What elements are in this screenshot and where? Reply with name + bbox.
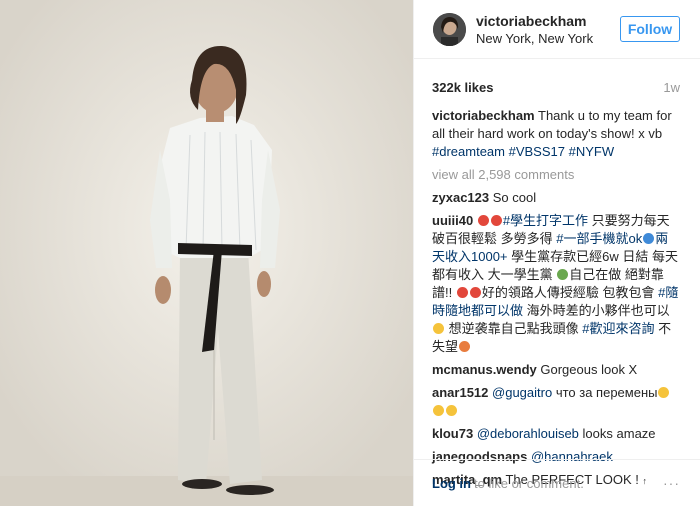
comment-username[interactable]: zyxac123 xyxy=(432,190,489,205)
comment-text: что за перемены xyxy=(555,385,658,400)
hashtag-vbss17[interactable]: #VBSS17 xyxy=(509,144,565,159)
comments-list: victoriabeckham Thank u to my team for a… xyxy=(414,95,700,490)
thinking-face-emoji-icon xyxy=(433,405,444,416)
comment-item: zyxac123 So cool xyxy=(432,189,680,207)
hashtag-nyfw[interactable]: #NYFW xyxy=(569,144,615,159)
header-username[interactable]: victoriabeckham xyxy=(476,13,620,29)
post-photo[interactable] xyxy=(0,0,413,506)
comment-username[interactable]: uuiii40 xyxy=(432,213,473,228)
cross-mark-emoji-icon xyxy=(477,215,489,226)
face-emoji-icon xyxy=(459,341,471,352)
comment-text: 海外時差的小夥伴也可以 xyxy=(526,303,670,318)
thinking-face-emoji-icon xyxy=(658,387,670,398)
post-header: victoriabeckham New York, New York Follo… xyxy=(414,0,700,59)
post-sidebar: victoriabeckham New York, New York Follo… xyxy=(413,0,700,506)
comment-item: klou73 @deborahlouiseb looks amaze xyxy=(432,425,680,443)
comment-text: 想逆袭靠自己點我頭像 xyxy=(448,321,579,336)
avatar[interactable] xyxy=(433,12,466,46)
herb-emoji-icon xyxy=(557,269,569,280)
caption: victoriabeckham Thank u to my team for a… xyxy=(432,107,680,161)
runway-illustration xyxy=(0,0,413,506)
comment-hashtag[interactable]: #歡迎來咨詢 xyxy=(582,321,654,336)
comment-text: So cool xyxy=(492,190,537,205)
cherry-emoji-icon xyxy=(456,287,468,298)
comment-username[interactable]: mcmanus.wendy xyxy=(432,362,537,377)
caption-username[interactable]: victoriabeckham xyxy=(432,108,535,123)
instagram-post: victoriabeckham New York, New York Follo… xyxy=(0,0,700,506)
login-link[interactable]: Log in xyxy=(432,476,471,491)
likes-count[interactable]: 322k likes xyxy=(432,80,493,95)
comment-text: looks amaze xyxy=(582,426,656,441)
swirl-emoji-icon xyxy=(643,233,655,244)
face-emoji-icon xyxy=(433,323,444,334)
comment-item: anar1512 @gugaitro что за перемены xyxy=(432,384,680,420)
comment-mention[interactable]: @deborahlouiseb xyxy=(477,426,579,441)
thinking-face-emoji-icon xyxy=(446,405,457,416)
cross-mark-emoji-icon xyxy=(490,215,502,226)
header-info: victoriabeckham New York, New York xyxy=(476,13,620,46)
follow-button[interactable]: Follow xyxy=(620,16,680,42)
more-options-icon[interactable]: ··· xyxy=(663,475,680,491)
post-meta: 322k likes 1w xyxy=(414,59,700,95)
view-all-comments-link[interactable]: view all 2,598 comments xyxy=(432,166,680,184)
comment-username[interactable]: klou73 xyxy=(432,426,473,441)
comment-hashtag[interactable]: #一部手機就ok xyxy=(556,231,642,246)
hashtag-dreamteam[interactable]: #dreamteam xyxy=(432,144,505,159)
header-location[interactable]: New York, New York xyxy=(476,31,620,46)
comment-item: mcmanus.wendy Gorgeous look X xyxy=(432,361,680,379)
cherry-emoji-icon xyxy=(469,287,481,298)
post-footer: Log in to like or comment. ··· xyxy=(414,459,700,506)
comment-text: Gorgeous look X xyxy=(540,362,638,377)
comment-mention[interactable]: @gugaitro xyxy=(492,385,552,400)
post-time[interactable]: 1w xyxy=(663,80,680,95)
comment-text: 好的領路人傳授經驗 包教包會 xyxy=(481,285,655,300)
avatar-image xyxy=(433,12,466,46)
comment-item: uuiii40 #學生打字工作 只要努力每天破百很輕鬆 多勞多得 #一部手機就o… xyxy=(432,212,680,356)
login-prompt-text: to like or comment. xyxy=(474,475,584,491)
comment-hashtag[interactable]: #學生打字工作 xyxy=(503,213,588,228)
comment-username[interactable]: anar1512 xyxy=(432,385,488,400)
